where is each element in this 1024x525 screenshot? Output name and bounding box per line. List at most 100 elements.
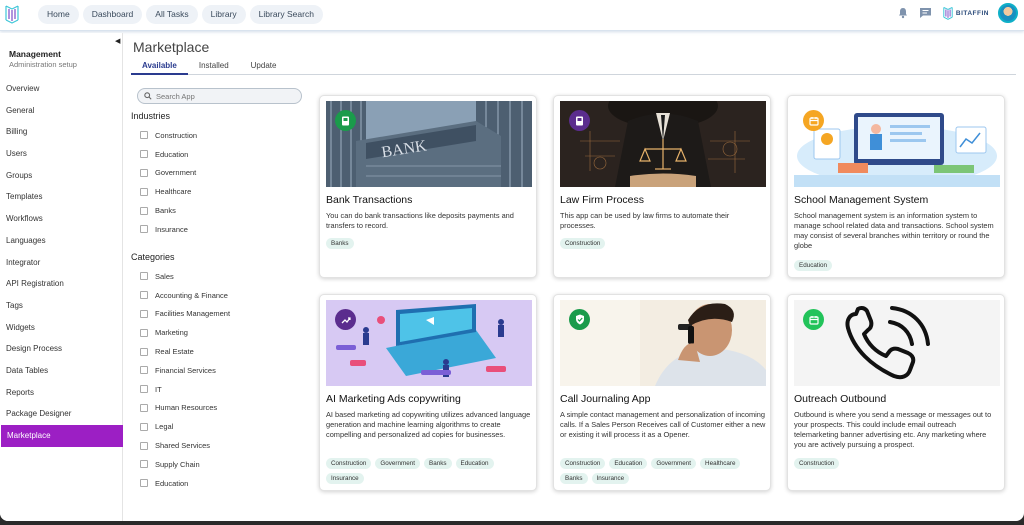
tag-chip[interactable]: Healthcare [700, 458, 741, 469]
checkbox[interactable] [140, 441, 148, 450]
bell-icon[interactable] [896, 6, 910, 20]
industry-option-government[interactable]: Government [131, 164, 306, 183]
tag-chip[interactable]: Construction [326, 458, 372, 469]
sidebar-item-billing[interactable]: Billing [0, 121, 123, 143]
collapse-sidebar-icon[interactable]: ◀ [115, 37, 120, 45]
checkbox[interactable] [140, 347, 148, 356]
category-option-education[interactable]: Education [131, 474, 306, 493]
page-title: Marketplace [133, 39, 210, 55]
sidebar-item-widgets[interactable]: Widgets [0, 317, 123, 339]
user-avatar[interactable] [998, 3, 1018, 23]
category-option-real-estate[interactable]: Real Estate [131, 342, 306, 361]
checkbox[interactable] [140, 403, 148, 412]
main-nav: Home Dashboard All Tasks Library Library… [38, 5, 323, 24]
checkbox[interactable] [140, 328, 148, 337]
checkbox[interactable] [140, 385, 148, 394]
category-option-sales[interactable]: Sales [131, 267, 306, 286]
sidebar-item-design-process[interactable]: Design Process [0, 338, 123, 360]
checkbox[interactable] [140, 187, 148, 196]
category-option-supply-chain[interactable]: Supply Chain [131, 455, 306, 474]
sidebar-item-overview[interactable]: Overview [0, 78, 123, 100]
category-option-financial-services[interactable]: Financial Services [131, 361, 306, 380]
sidebar-item-templates[interactable]: Templates [0, 186, 123, 208]
category-option-marketing[interactable]: Marketing [131, 323, 306, 342]
tag-chip[interactable]: Education [794, 260, 833, 271]
checkbox[interactable] [140, 131, 148, 140]
app-title: Bank Transactions [326, 194, 413, 206]
tag-chip[interactable]: Education [455, 458, 494, 469]
checkbox[interactable] [140, 460, 148, 469]
sidebar-item-api-registration[interactable]: API Registration [0, 273, 123, 295]
checkbox[interactable] [140, 479, 148, 488]
tab-installed[interactable]: Installed [188, 59, 240, 75]
industry-option-healthcare[interactable]: Healthcare [131, 182, 306, 201]
checkbox[interactable] [140, 272, 148, 281]
industry-option-education[interactable]: Education [131, 145, 306, 164]
tag-chip[interactable]: Banks [424, 458, 452, 469]
chat-icon[interactable] [919, 6, 933, 20]
app-title: Outreach Outbound [794, 393, 887, 405]
option-label: Sales [155, 271, 174, 281]
app-tags: Education [794, 260, 1000, 271]
category-option-accounting-finance[interactable]: Accounting & Finance [131, 286, 306, 305]
tag-chip[interactable]: Insurance [326, 473, 364, 484]
industry-option-construction[interactable]: Construction [131, 126, 306, 145]
tag-chip[interactable]: Construction [560, 458, 606, 469]
tab-update[interactable]: Update [240, 59, 288, 75]
industry-option-insurance[interactable]: Insurance [131, 220, 306, 239]
sidebar-item-package-designer[interactable]: Package Designer [0, 403, 123, 425]
option-label: Banks [155, 206, 176, 216]
sidebar-item-users[interactable]: Users [0, 143, 123, 165]
app-logo-icon[interactable] [4, 4, 20, 24]
category-option-it[interactable]: IT [131, 380, 306, 399]
tag-chip[interactable]: Insurance [591, 473, 630, 484]
checkbox[interactable] [140, 422, 148, 431]
app-image-outreach [794, 300, 1000, 386]
sidebar-item-groups[interactable]: Groups [0, 165, 123, 187]
nav-library[interactable]: Library [201, 5, 246, 24]
sidebar-item-general[interactable]: General [0, 100, 123, 122]
sidebar-item-reports[interactable]: Reports [0, 382, 123, 404]
calendar-icon [803, 110, 824, 131]
tag-chip[interactable]: Banks [326, 238, 354, 249]
checkbox[interactable] [140, 225, 148, 234]
nav-library-search[interactable]: Library Search [249, 5, 323, 24]
category-option-legal[interactable]: Legal [131, 417, 306, 436]
nav-dashboard[interactable]: Dashboard [82, 5, 143, 24]
app-card-bank-transactions[interactable]: BANK Bank Transactions You can do bank t… [319, 95, 537, 278]
app-card-ai-marketing-ads[interactable]: AI Marketing Ads copywriting AI based ma… [319, 294, 537, 491]
sidebar-item-tags[interactable]: Tags [0, 295, 123, 317]
tag-chip[interactable]: Government [651, 458, 697, 469]
category-option-shared-services[interactable]: Shared Services [131, 436, 306, 455]
sidebar-item-marketplace[interactable]: Marketplace [1, 425, 123, 447]
search-input[interactable] [156, 91, 296, 101]
category-option-human-resources[interactable]: Human Resources [131, 399, 306, 418]
tab-available[interactable]: Available [131, 59, 188, 75]
sidebar-item-languages[interactable]: Languages [0, 230, 123, 252]
checkbox[interactable] [140, 309, 148, 318]
nav-home[interactable]: Home [38, 5, 79, 24]
app-card-call-journaling[interactable]: Call Journaling App A simple contact man… [553, 294, 771, 491]
app-card-law-firm-process[interactable]: Law Firm Process This app can be used by… [553, 95, 771, 278]
tag-chip[interactable]: Construction [794, 458, 840, 469]
category-option-facilities-management[interactable]: Facilities Management [131, 305, 306, 324]
checkbox[interactable] [140, 366, 148, 375]
checkbox[interactable] [140, 168, 148, 177]
option-label: Real Estate [155, 347, 194, 357]
nav-all-tasks[interactable]: All Tasks [146, 5, 198, 24]
checkbox[interactable] [140, 291, 148, 300]
app-card-school-management-system[interactable]: School Management System School manageme… [787, 95, 1005, 278]
tag-chip[interactable]: Government [375, 458, 421, 469]
tag-chip[interactable]: Banks [560, 473, 588, 484]
checkbox[interactable] [140, 150, 148, 159]
sidebar-item-integrator[interactable]: Integrator [0, 252, 123, 274]
industry-option-banks[interactable]: Banks [131, 201, 306, 220]
checkbox[interactable] [140, 206, 148, 215]
tag-chip[interactable]: Construction [560, 238, 606, 249]
sidebar-item-workflows[interactable]: Workflows [0, 208, 123, 230]
sidebar-item-data-tables[interactable]: Data Tables [0, 360, 123, 382]
tag-chip[interactable]: Education [609, 458, 648, 469]
main-content: Marketplace Available Installed Update I… [123, 33, 1024, 521]
app-card-outreach-outbound[interactable]: Outreach Outbound Outbound is where you … [787, 294, 1005, 491]
app-title: Call Journaling App [560, 393, 651, 405]
